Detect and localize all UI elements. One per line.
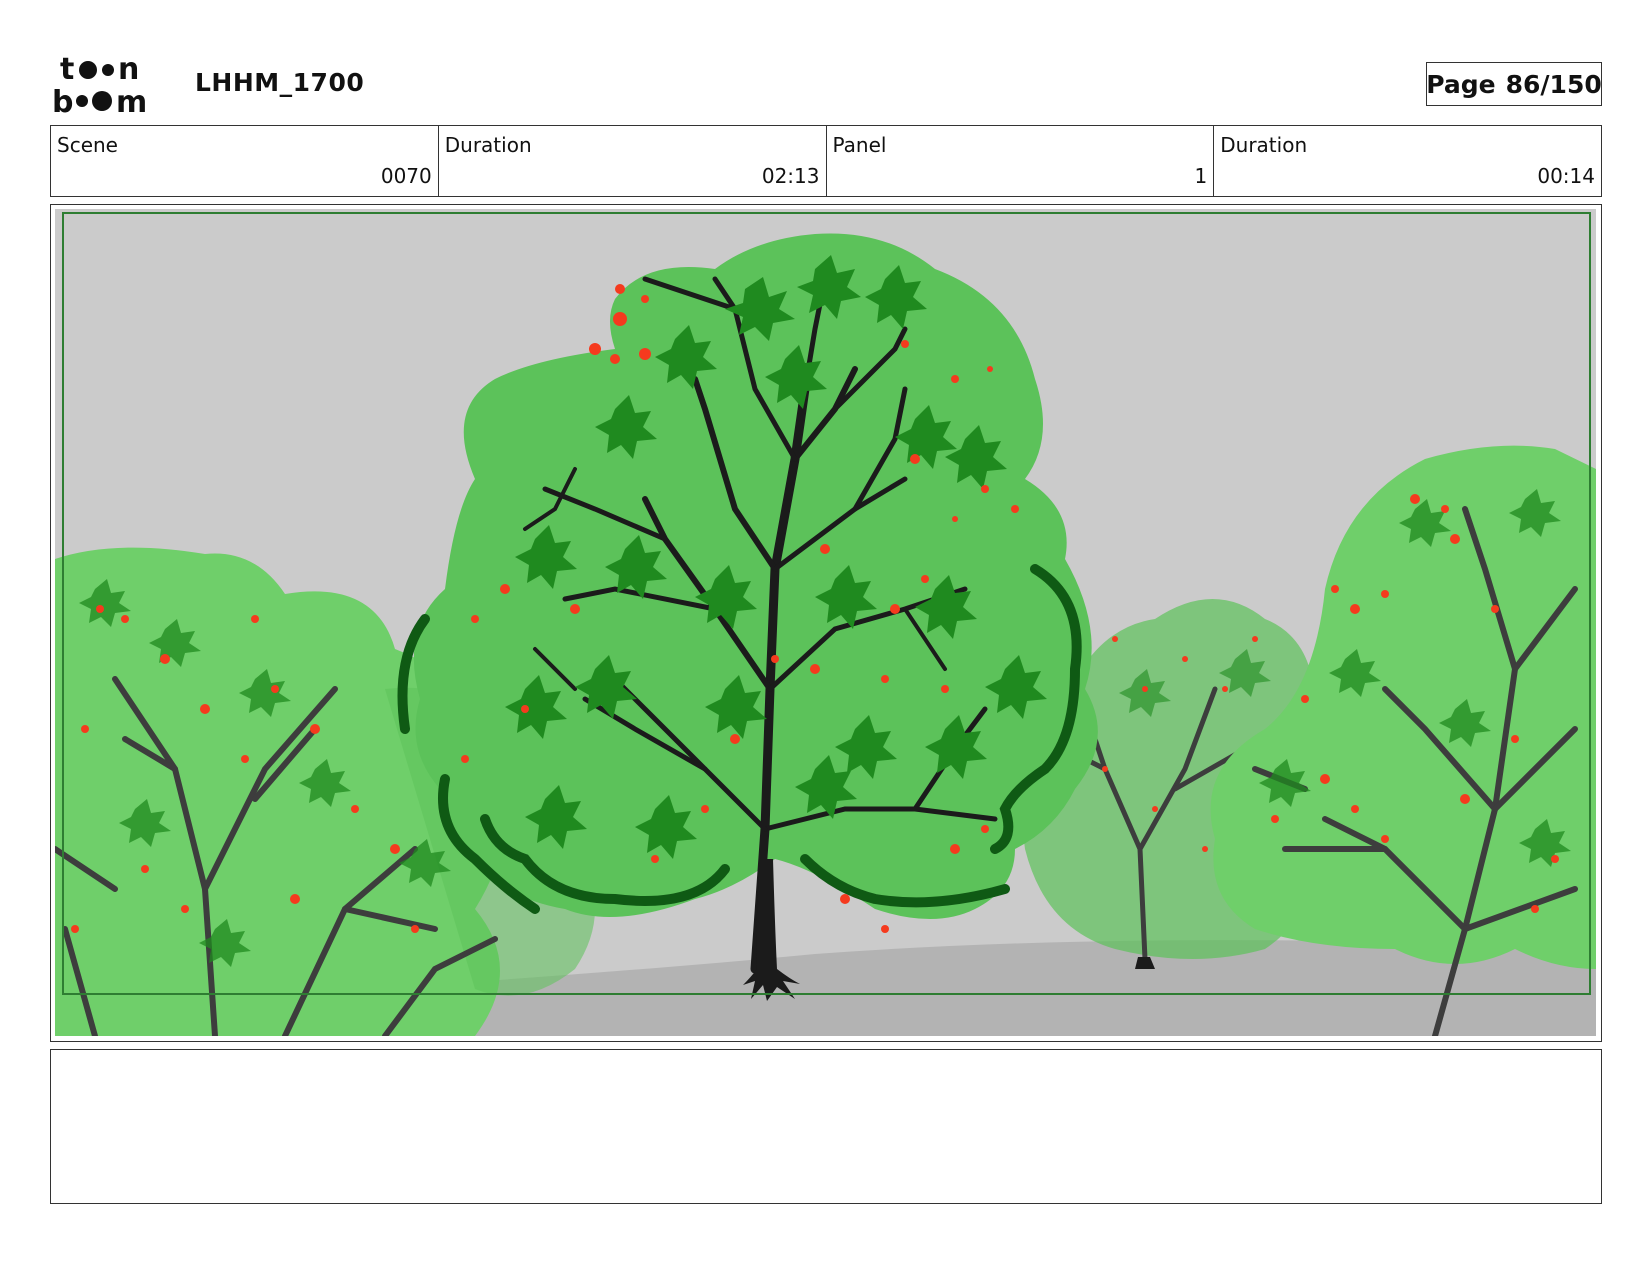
storyboard-panel (50, 204, 1602, 1042)
panel-duration-label: Duration (1220, 133, 1308, 157)
project-title: LHHM_1700 (195, 68, 365, 97)
page-number: 86/150 (1505, 69, 1602, 99)
scene-duration-label: Duration (444, 133, 532, 157)
page-indicator: Page 86/150 (1426, 62, 1602, 106)
scene-cell: Scene 0070 (51, 126, 439, 196)
panel-duration-value: 00:14 (1537, 164, 1595, 188)
panel-value: 1 (1194, 164, 1208, 188)
svg-text:n: n (118, 52, 139, 87)
page-label: Page (1426, 69, 1496, 99)
panel-artwork (55, 209, 1596, 1036)
panel-cell: Panel 1 (827, 126, 1215, 196)
scene-label: Scene (57, 133, 118, 157)
panel-info-table: Scene 0070 Duration 02:13 Panel 1 Durati… (50, 125, 1602, 197)
svg-text:b: b (52, 85, 73, 118)
svg-text:t: t (60, 52, 74, 87)
scene-duration-cell: Duration 02:13 (439, 126, 827, 196)
svg-text:m: m (116, 85, 147, 118)
toonboom-logo: t n b m (52, 52, 147, 118)
panel-label: Panel (832, 133, 887, 157)
panel-notes-box (50, 1049, 1602, 1204)
panel-duration-cell: Duration 00:14 (1214, 126, 1601, 196)
scene-value: 0070 (380, 164, 432, 188)
scene-duration-value: 02:13 (761, 164, 820, 188)
